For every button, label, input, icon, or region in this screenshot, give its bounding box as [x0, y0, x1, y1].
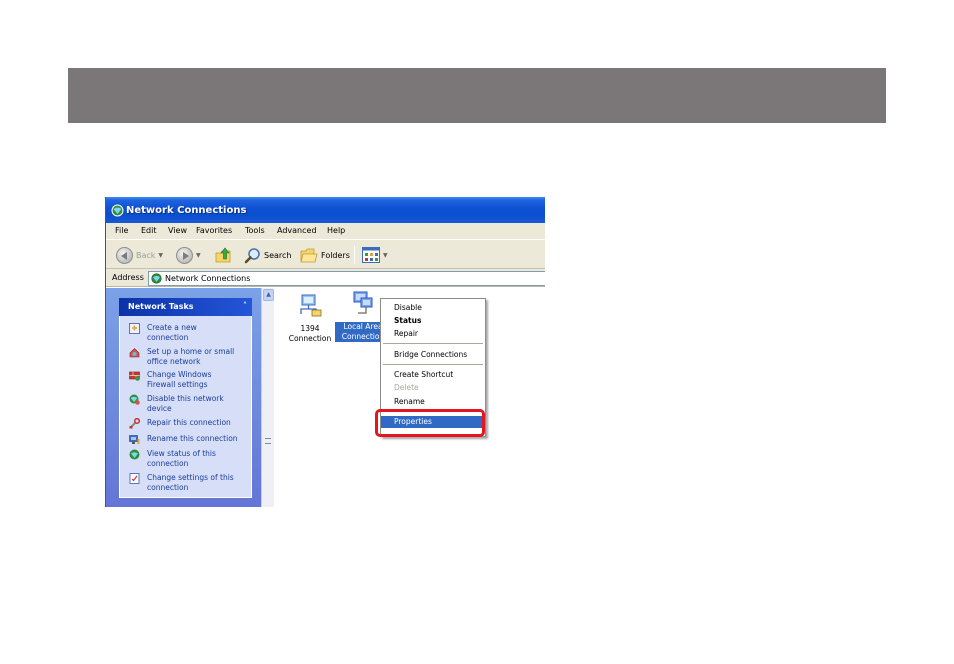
forward-button[interactable]: ▼ [176, 246, 201, 264]
task-label: View status of this [147, 449, 216, 458]
menu-advanced[interactable]: Advanced [277, 226, 317, 235]
menu-favorites[interactable]: Favorites [196, 226, 232, 235]
window-title: Network Connections [126, 205, 247, 216]
search-icon [244, 247, 260, 263]
new-connection-icon [129, 323, 140, 334]
menu-divider [383, 343, 483, 344]
task-home-network[interactable]: Set up a home or small office network [129, 347, 249, 367]
connection-1394[interactable]: 1394 Connection [282, 292, 338, 344]
task-repair-connection[interactable]: Repair this connection [129, 418, 249, 429]
toolbar-separator [354, 246, 355, 264]
network-connections-icon [111, 204, 124, 217]
scroll-up-icon[interactable]: ▲ [263, 289, 274, 301]
task-label: Disable this network [147, 394, 224, 403]
network-connection-icon [300, 294, 322, 317]
menu-bar: File Edit View Favorites Tools Advanced … [106, 223, 545, 239]
connection-label: Connection [288, 334, 332, 343]
task-label: Set up a home or small [147, 347, 235, 356]
back-dropdown-icon[interactable]: ▼ [158, 252, 163, 259]
connection-label: Local Area [343, 322, 383, 331]
task-rename-connection[interactable]: Rename this connection [129, 434, 249, 445]
address-field[interactable]: Network Connections [148, 271, 545, 286]
scroll-grip-icon[interactable] [265, 438, 271, 444]
connection-label: Connection [341, 332, 385, 341]
menu-item-delete: Delete [394, 383, 419, 392]
menu-file[interactable]: File [115, 226, 128, 235]
task-disable-device[interactable]: Disable this network device [129, 394, 249, 414]
repair-icon [129, 418, 140, 429]
task-sidebar: Network Tasks ˄ Create a new connection S… [106, 288, 261, 507]
back-label: Back [136, 250, 156, 260]
menu-divider [383, 364, 483, 365]
task-change-settings[interactable]: Change settings of this connection [129, 473, 249, 493]
menu-item-status[interactable]: Status [381, 315, 485, 327]
menu-help[interactable]: Help [327, 226, 345, 235]
folders-label: Folders [321, 250, 350, 260]
up-folder-button[interactable] [214, 246, 232, 264]
rename-icon [129, 435, 140, 444]
views-icon [362, 247, 380, 263]
task-label: Repair this connection [147, 418, 231, 427]
menu-item-disable[interactable]: Disable [381, 302, 485, 314]
task-label: device [147, 404, 172, 413]
properties-highlight-box [375, 409, 485, 437]
task-label: connection [147, 459, 189, 468]
task-label: Create a new [147, 323, 197, 332]
menu-item-bridge-connections[interactable]: Bridge Connections [381, 349, 485, 361]
menu-item-rename[interactable]: Rename [381, 396, 485, 408]
network-tasks-title: Network Tasks [128, 302, 194, 311]
network-connections-icon [151, 273, 162, 284]
task-label: connection [147, 483, 189, 492]
network-tasks-panel: Network Tasks ˄ Create a new connection S… [119, 298, 252, 498]
search-label: Search [264, 250, 292, 260]
folders-icon [300, 248, 318, 262]
firewall-icon [129, 371, 140, 381]
back-arrow-icon [116, 246, 133, 264]
menu-edit[interactable]: Edit [141, 226, 157, 235]
toolbar: Back ▼ ▼ Search Folders ▼ [106, 239, 545, 269]
task-create-connection[interactable]: Create a new connection [129, 323, 249, 343]
views-dropdown-icon[interactable]: ▼ [383, 252, 388, 259]
menu-view[interactable]: View [168, 226, 187, 235]
address-label: Address [112, 273, 144, 282]
page: Network Connections File Edit View Favor… [0, 0, 954, 664]
up-folder-icon [215, 247, 231, 263]
task-firewall-settings[interactable]: Change Windows Firewall settings [129, 370, 249, 390]
status-icon [129, 449, 140, 460]
title-bar[interactable]: Network Connections [106, 197, 545, 223]
vertical-scrollbar[interactable]: ▲ [261, 288, 274, 507]
forward-arrow-icon [176, 246, 193, 264]
task-label: Change settings of this [147, 473, 234, 482]
task-label: connection [147, 333, 189, 342]
address-value: Network Connections [165, 274, 251, 283]
menu-item-create-shortcut[interactable]: Create Shortcut [381, 369, 485, 381]
collapse-icon[interactable]: ˄ [243, 301, 247, 310]
task-label: Rename this connection [147, 434, 238, 443]
search-button[interactable]: Search [244, 246, 291, 264]
local-area-connection-icon [353, 291, 373, 314]
folders-button[interactable]: Folders [300, 246, 350, 264]
settings-icon [129, 473, 140, 484]
address-bar: Address Network Connections [106, 269, 545, 287]
menu-item-repair[interactable]: Repair [381, 328, 485, 340]
task-label: office network [147, 357, 201, 366]
back-button[interactable]: Back ▼ [116, 246, 163, 264]
header-band [68, 68, 886, 123]
task-view-status[interactable]: View status of this connection [129, 449, 249, 469]
home-network-icon [129, 348, 140, 358]
views-button[interactable]: ▼ [362, 246, 388, 264]
network-tasks-header[interactable]: Network Tasks ˄ [119, 298, 252, 316]
menu-tools[interactable]: Tools [245, 226, 265, 235]
disable-network-icon [129, 394, 140, 405]
forward-dropdown-icon[interactable]: ▼ [196, 252, 201, 259]
connection-label: 1394 [300, 324, 320, 333]
task-label: Firewall settings [147, 380, 208, 389]
task-label: Change Windows [147, 370, 212, 379]
